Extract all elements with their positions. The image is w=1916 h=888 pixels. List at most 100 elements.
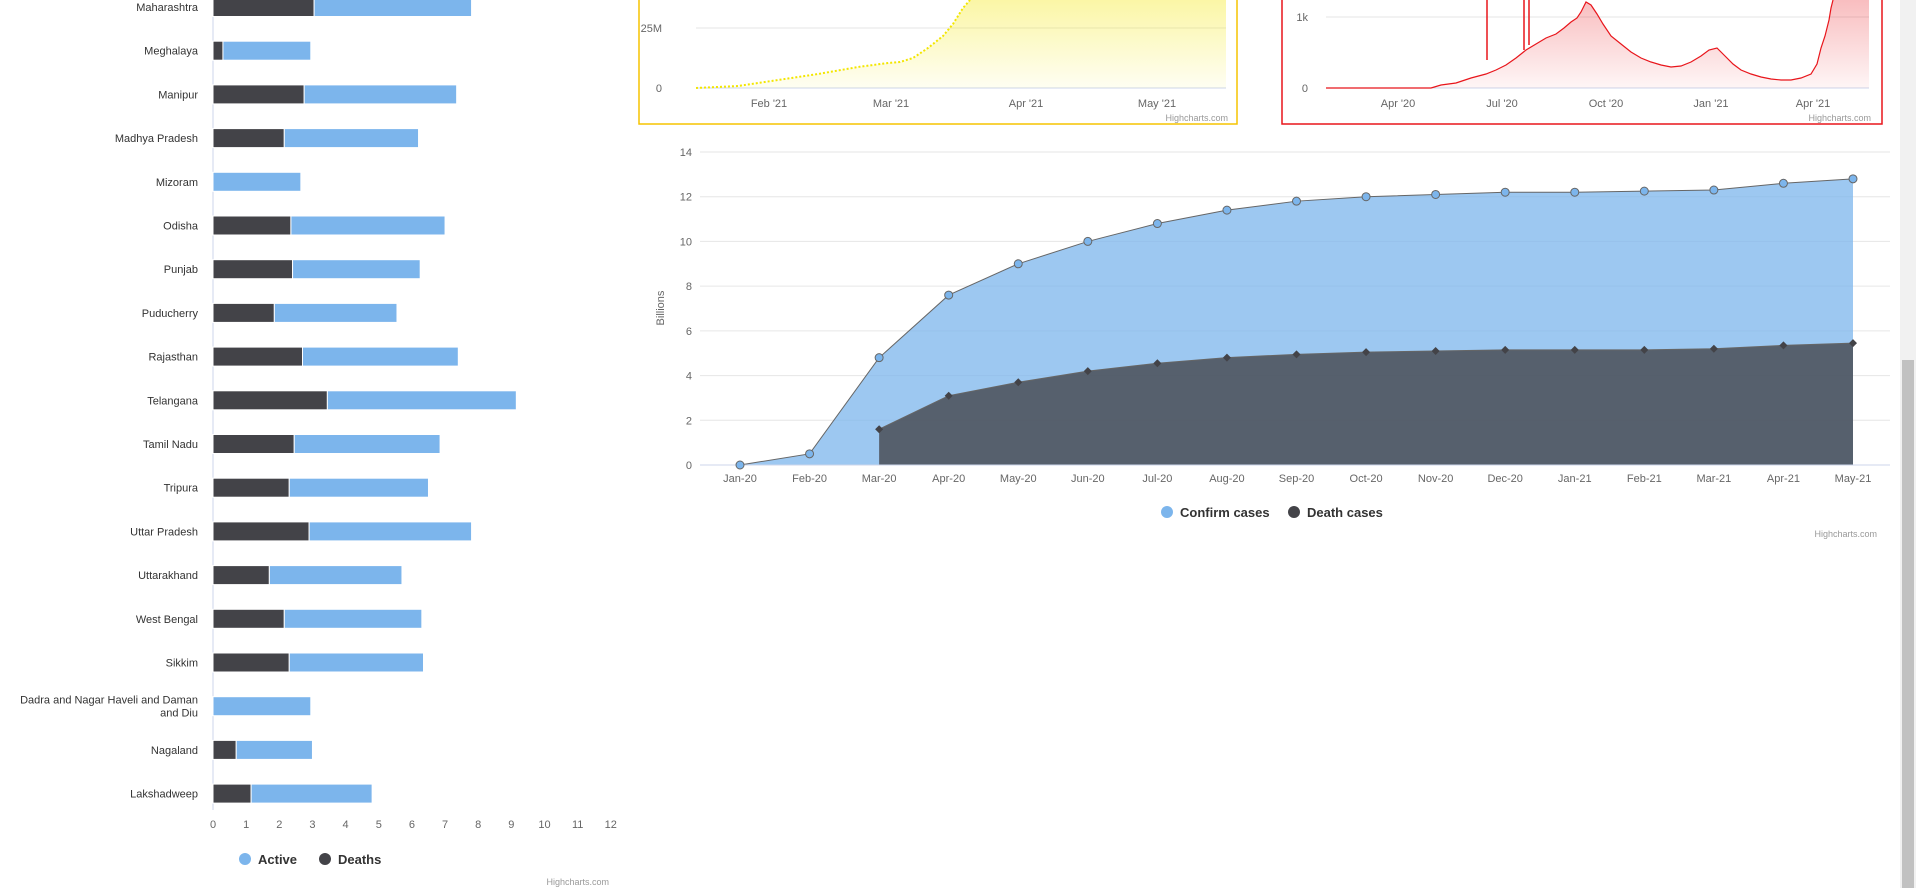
bar-deaths[interactable]: [212, 215, 292, 236]
state-label: West Bengal: [136, 614, 198, 626]
bar-deaths[interactable]: [212, 434, 295, 454]
bar-deaths[interactable]: [212, 259, 294, 280]
bar-deaths[interactable]: [212, 739, 237, 760]
main-chart-y-ticks: 0 2 4 6 8 10 12 14: [680, 147, 692, 472]
yellow-xtick-apr21: Apr '21: [1009, 98, 1044, 110]
bar-active[interactable]: [273, 302, 398, 323]
confirm-point[interactable]: [1222, 205, 1232, 215]
bar-chart-credits[interactable]: Highcharts.com: [546, 877, 609, 887]
bar-active[interactable]: [326, 390, 517, 411]
confirm-point[interactable]: [1431, 189, 1441, 199]
bar-chart-category-labels: Maharashtra Meghalaya Manipur Madhya Prades…: [20, 2, 199, 801]
bar-active[interactable]: [308, 521, 473, 542]
state-label: Telangana: [147, 395, 199, 407]
confirm-point[interactable]: [1361, 192, 1371, 202]
state-label: Uttar Pradesh: [130, 526, 198, 538]
bar-deaths[interactable]: [212, 565, 270, 586]
bar-active[interactable]: [313, 0, 473, 17]
bar-active[interactable]: [250, 783, 373, 804]
bar-deaths[interactable]: [212, 0, 315, 17]
yellow-chart-credits[interactable]: Highcharts.com: [1165, 113, 1228, 123]
legend-item-confirm-cases[interactable]: Confirm cases: [1161, 505, 1270, 520]
legend-item-active[interactable]: Active: [239, 852, 297, 867]
bar-deaths[interactable]: [212, 40, 224, 61]
main-y-tick-label: 10: [680, 236, 692, 248]
bar-deaths[interactable]: [212, 652, 290, 673]
bar-active[interactable]: [302, 346, 459, 367]
bar-active[interactable]: [288, 652, 425, 673]
bar-active[interactable]: [290, 215, 446, 236]
bar-deaths[interactable]: [212, 128, 285, 149]
bar-x-tick-label: 11: [572, 819, 583, 831]
bar-x-tick-label: 9: [508, 819, 514, 831]
confirm-point[interactable]: [874, 353, 884, 363]
bar-deaths[interactable]: [212, 84, 305, 105]
daily-red-chart: 1k 0 Apr '20 Jul '20 Oct '20 Jan '21 Apr…: [1281, 0, 1883, 125]
bar-deaths[interactable]: [212, 346, 304, 367]
bar-active[interactable]: [283, 128, 420, 149]
bar-active[interactable]: [268, 565, 403, 586]
main-x-tick-label: Mar-21: [1696, 473, 1731, 485]
main-x-tick-label: Jul-20: [1142, 473, 1172, 485]
bar-deaths[interactable]: [212, 390, 328, 411]
red-ytick-1k: 1k: [1296, 12, 1308, 24]
confirm-point[interactable]: [735, 460, 745, 470]
main-y-tick-label: 12: [680, 192, 692, 204]
confirm-point[interactable]: [1152, 219, 1162, 229]
main-x-tick-label: May-21: [1835, 473, 1872, 485]
legend-death-marker: [1288, 506, 1300, 518]
bar-active[interactable]: [212, 171, 302, 192]
bar-active[interactable]: [303, 84, 458, 105]
confirm-point[interactable]: [1083, 236, 1093, 246]
main-y-tick-label: 2: [686, 415, 692, 427]
confirm-point[interactable]: [1848, 174, 1858, 184]
state-label: Manipur: [158, 89, 198, 101]
yellow-ytick-0: 0: [656, 83, 662, 95]
legend-deaths-marker: [319, 853, 331, 865]
bar-active[interactable]: [292, 259, 421, 280]
confirm-point[interactable]: [1500, 187, 1510, 197]
bar-deaths[interactable]: [212, 521, 310, 542]
bar-active[interactable]: [288, 477, 429, 498]
bar-x-tick-label: 2: [276, 819, 282, 831]
confirm-point[interactable]: [1013, 259, 1023, 269]
red-chart-credits[interactable]: Highcharts.com: [1808, 113, 1871, 123]
legend-item-deaths[interactable]: Deaths: [319, 852, 381, 867]
main-x-tick-label: Jun-20: [1071, 473, 1105, 485]
state-label: Odisha: [163, 221, 199, 233]
legend-active-marker: [239, 853, 251, 865]
yellow-xtick-mar21: Mar '21: [873, 98, 909, 110]
bar-active[interactable]: [235, 739, 313, 760]
confirm-point[interactable]: [805, 449, 815, 459]
bar-x-tick-label: 4: [343, 819, 349, 831]
confirm-point[interactable]: [1709, 185, 1719, 195]
bar-chart-x-ticks: 0 1 2 3 4 5 6 7 8 9 10 11 12: [210, 819, 617, 831]
state-label: Sikkim: [166, 658, 198, 670]
state-label: Dadra and Nagar Haveli and Daman and Diu: [20, 695, 198, 720]
red-xtick-apr20: Apr '20: [1381, 98, 1416, 110]
main-chart-credits[interactable]: Highcharts.com: [1814, 529, 1877, 539]
red-xtick-oct20: Oct '20: [1589, 98, 1624, 110]
confirm-point[interactable]: [1292, 196, 1301, 206]
state-label: Rajasthan: [148, 352, 198, 364]
confirm-point[interactable]: [944, 290, 954, 300]
confirm-point[interactable]: [1639, 186, 1649, 196]
confirm-point[interactable]: [1570, 187, 1580, 197]
bar-x-tick-label: 10: [538, 819, 550, 831]
page-scrollbar-thumb[interactable]: [1902, 360, 1914, 888]
bar-deaths[interactable]: [212, 477, 290, 498]
bar-active[interactable]: [293, 434, 441, 454]
bar-active[interactable]: [222, 40, 312, 61]
bar-deaths[interactable]: [212, 608, 285, 629]
bar-deaths[interactable]: [212, 783, 252, 804]
legend-item-death-cases[interactable]: Death cases: [1288, 505, 1383, 520]
legend-confirm-marker: [1161, 506, 1173, 518]
confirm-point[interactable]: [1778, 178, 1788, 188]
state-label: Uttarakhand: [138, 570, 198, 582]
bar-deaths[interactable]: [212, 302, 275, 323]
main-x-tick-label: Dec-20: [1487, 473, 1522, 485]
bar-active[interactable]: [212, 696, 312, 717]
main-x-tick-label: Jan-21: [1558, 473, 1592, 485]
bar-active[interactable]: [283, 608, 423, 629]
state-label: Lakshadweep: [130, 789, 198, 801]
